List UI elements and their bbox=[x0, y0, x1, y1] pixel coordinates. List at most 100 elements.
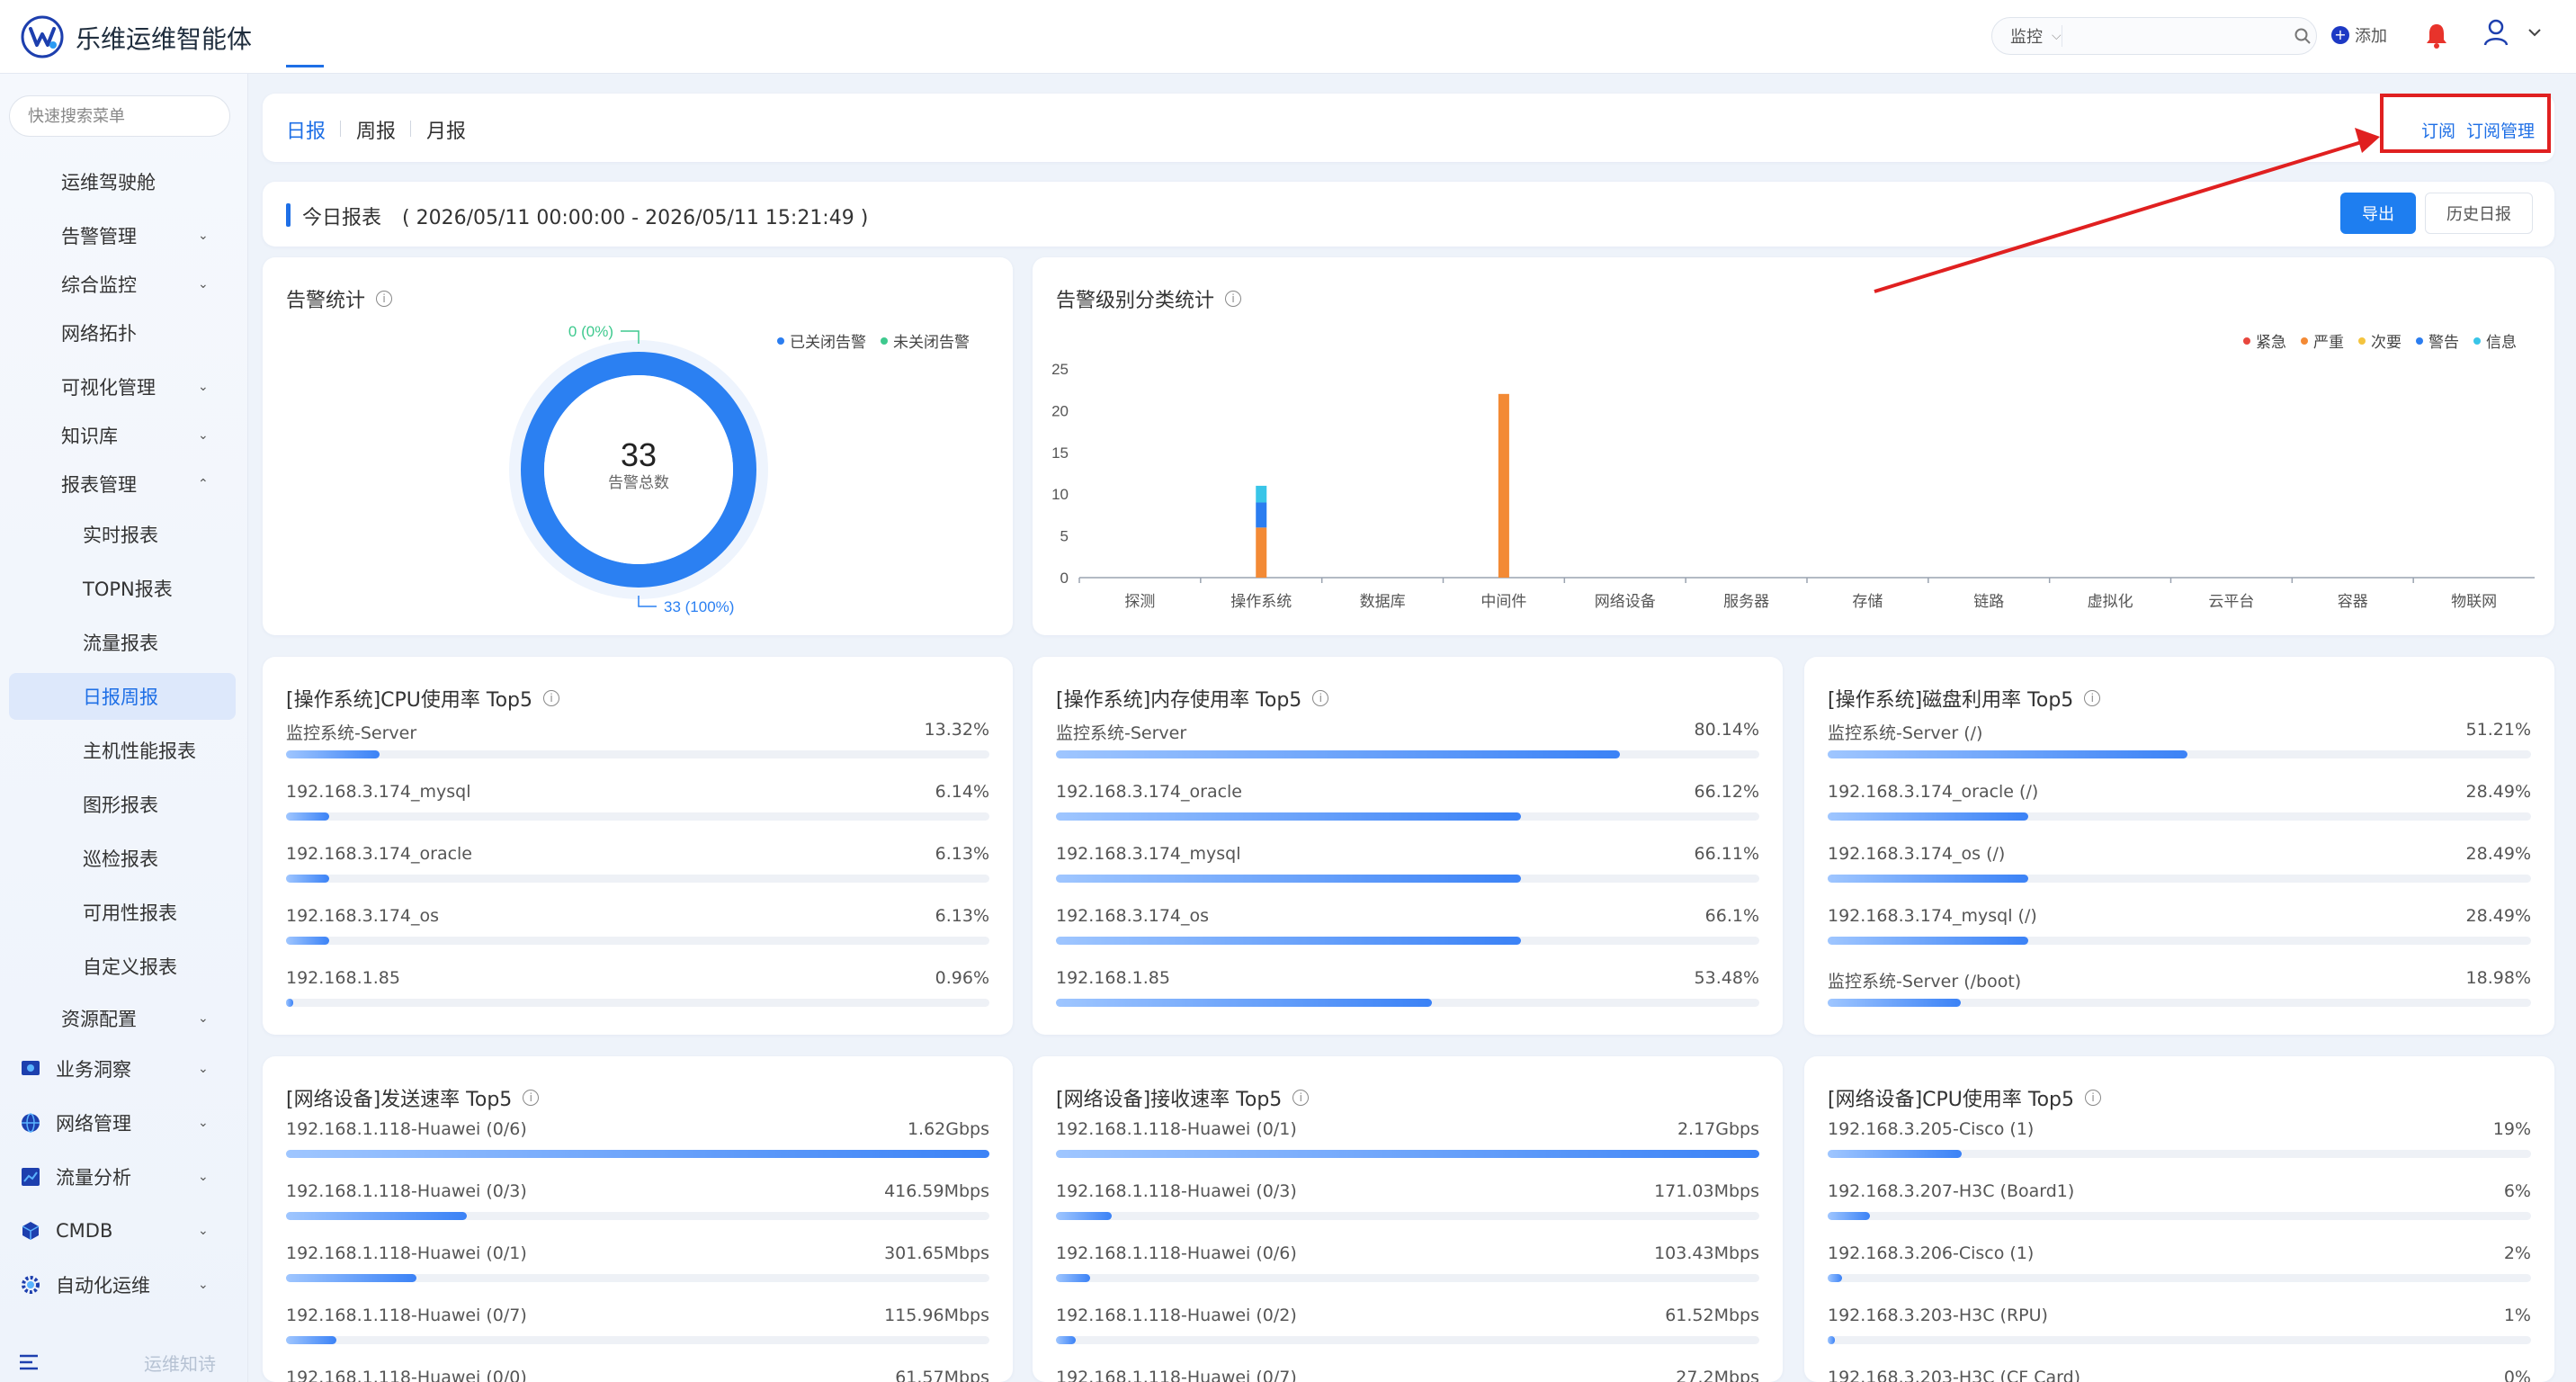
top5-item-value: 19% bbox=[2492, 1119, 2531, 1139]
top5-item-value: 51.21% bbox=[2465, 720, 2531, 740]
top5-item-name: 192.168.1.118-Huawei (0/1) bbox=[286, 1243, 527, 1263]
logo-icon bbox=[21, 15, 64, 58]
add-button[interactable]: + 添加 bbox=[2331, 23, 2387, 47]
open-alarm-label: 33 (100%) bbox=[664, 598, 734, 615]
menu-search-input[interactable] bbox=[28, 106, 237, 126]
sidebar-item-ops-cockpit[interactable]: 运维驾驶舱 bbox=[9, 158, 236, 205]
top5-item-value: 416.59Mbps bbox=[884, 1181, 989, 1201]
info-icon[interactable]: i bbox=[523, 1090, 540, 1106]
top5-progress-track bbox=[1056, 1336, 1759, 1344]
sidebar-item-automation[interactable]: 自动化运维 ⌄ bbox=[9, 1261, 236, 1308]
user-icon bbox=[2483, 19, 2509, 46]
user-menu[interactable] bbox=[2482, 18, 2542, 47]
tab-daily[interactable]: 日报 bbox=[286, 115, 326, 144]
top5-progress-fill bbox=[1828, 750, 2188, 758]
top5-item-name: 192.168.1.85 bbox=[1056, 968, 1170, 988]
info-icon[interactable]: i bbox=[2085, 1090, 2102, 1106]
top5-item-name: 192.168.3.207-H3C (Board1) bbox=[1828, 1181, 2075, 1201]
info-icon[interactable]: i bbox=[1292, 1090, 1310, 1106]
search-icon[interactable] bbox=[2289, 27, 2316, 45]
search-input[interactable] bbox=[2062, 18, 2289, 54]
top5-item-name: 192.168.1.118-Huawei (0/3) bbox=[1056, 1181, 1297, 1201]
top5-item-name: 192.168.1.118-Huawei (0/3) bbox=[286, 1181, 527, 1201]
sidebar-item-resource[interactable]: 资源配置 ⌄ bbox=[9, 995, 236, 1042]
highlight-box bbox=[2380, 94, 2551, 153]
tab-monthly[interactable]: 月报 bbox=[426, 115, 466, 144]
sidebar-item-business[interactable]: 业务洞察 ⌄ bbox=[9, 1045, 236, 1092]
chevron-down-icon: ⌄ bbox=[198, 1170, 209, 1184]
top5-progress-fill bbox=[1056, 1336, 1076, 1344]
top5-item-value: 115.96Mbps bbox=[884, 1306, 989, 1325]
top5-item-name: 192.168.3.174_oracle bbox=[1056, 782, 1242, 802]
top5-progress-fill bbox=[1056, 937, 1521, 945]
sidebar-item-inspection[interactable]: 巡检报表 bbox=[9, 835, 236, 882]
sidebar-item-availability[interactable]: 可用性报表 bbox=[9, 889, 236, 936]
sidebar-item-network[interactable]: 网络管理 ⌄ bbox=[9, 1099, 236, 1146]
sidebar-item-topology[interactable]: 网络拓扑 bbox=[9, 310, 236, 356]
sidebar-item-label: 流量报表 bbox=[83, 633, 158, 654]
top-bar: 乐维运维智能体 监控 ⌵ + 添加 bbox=[0, 0, 2576, 74]
top5-item-value: 6.14% bbox=[935, 782, 989, 802]
bar-segment[interactable] bbox=[1256, 502, 1267, 528]
top5-progress-track bbox=[286, 937, 989, 945]
top5-item-name: 监控系统-Server bbox=[286, 723, 417, 743]
top5-progress-track bbox=[1828, 1274, 2531, 1282]
top5-progress-track bbox=[286, 1150, 989, 1158]
sidebar-item-traffic[interactable]: 流量报表 bbox=[9, 619, 236, 666]
card-title: [网络设备]发送速率 Top5 i bbox=[286, 1083, 540, 1112]
info-icon[interactable]: i bbox=[543, 690, 560, 706]
bar-segment[interactable] bbox=[1498, 393, 1509, 578]
tab-weekly[interactable]: 周报 bbox=[356, 115, 396, 144]
sidebar-item-alarm[interactable]: 告警管理 ⌄ bbox=[9, 212, 236, 259]
sidebar-item-daily-weekly[interactable]: 日报周报 bbox=[9, 673, 236, 720]
sidebar-item-visual[interactable]: 可视化管理 ⌄ bbox=[9, 363, 236, 410]
history-button[interactable]: 历史日报 bbox=[2425, 193, 2533, 234]
y-tick-label: 20 bbox=[1051, 402, 1069, 419]
top5-progress-track bbox=[1056, 1212, 1759, 1220]
sidebar-item-label: 实时报表 bbox=[83, 525, 158, 546]
sidebar-item-realtime[interactable]: 实时报表 bbox=[9, 511, 236, 558]
sidebar-item-custom[interactable]: 自定义报表 bbox=[9, 943, 236, 990]
sidebar-item-knowledge[interactable]: 知识库 ⌄ bbox=[9, 412, 236, 459]
sidebar-item-label: 自动化运维 bbox=[56, 1275, 150, 1297]
top5-item-value: 61.57Mbps bbox=[895, 1368, 989, 1382]
sidebar-item-host-perf[interactable]: 主机性能报表 bbox=[9, 727, 236, 774]
export-button[interactable]: 导出 bbox=[2340, 193, 2416, 234]
top5-item-value: 66.12% bbox=[1694, 782, 1759, 802]
sidebar-item-flow[interactable]: 流量分析 ⌄ bbox=[9, 1153, 236, 1200]
sidebar-item-topn[interactable]: TOPN报表 bbox=[9, 565, 236, 612]
card-title-text: [操作系统]CPU使用率 Top5 bbox=[286, 689, 533, 712]
chevron-down-icon: ⌄ bbox=[198, 229, 209, 243]
bar-segment[interactable] bbox=[1256, 527, 1267, 578]
sidebar-item-label: 报表管理 bbox=[61, 474, 137, 496]
divider bbox=[340, 121, 341, 137]
alarm-stats-card: 告警统计 i 已关闭告警 未关闭告警 33 告警总数 0 (0%) 33 (10… bbox=[263, 257, 1013, 635]
x-tick-label: 云平台 bbox=[2208, 593, 2254, 610]
top5-progress-fill bbox=[1056, 1212, 1112, 1220]
top5-item-value: 27.2Mbps bbox=[1676, 1368, 1759, 1382]
chevron-down-icon: ⌄ bbox=[198, 380, 209, 394]
info-icon[interactable]: i bbox=[1312, 690, 1329, 706]
top5-progress-fill bbox=[1828, 875, 2028, 883]
sidebar-item-monitor[interactable]: 综合监控 ⌄ bbox=[9, 261, 236, 308]
top5-progress-fill bbox=[1056, 999, 1433, 1007]
top5-item-value: 6.13% bbox=[935, 906, 989, 926]
search-scope-select[interactable]: 监控 ⌵ bbox=[1992, 24, 2062, 48]
top5-item-value: 1.62Gbps bbox=[907, 1119, 989, 1139]
sidebar-item-label: 主机性能报表 bbox=[83, 740, 196, 762]
top5-item-name: 监控系统-Server bbox=[1056, 723, 1187, 743]
top5-item-value: 61.52Mbps bbox=[1665, 1306, 1759, 1325]
top5-item-value: 2.17Gbps bbox=[1677, 1119, 1759, 1139]
bar-segment[interactable] bbox=[1256, 485, 1267, 503]
menu-collapse-icon[interactable] bbox=[18, 1352, 40, 1372]
top5-item-name: 192.168.3.174_os (/) bbox=[1828, 844, 2006, 864]
sidebar-item-label: 知识库 bbox=[61, 426, 118, 447]
info-icon[interactable]: i bbox=[2084, 690, 2101, 706]
bell-icon[interactable] bbox=[2423, 22, 2450, 54]
y-tick-label: 5 bbox=[1060, 528, 1069, 545]
sidebar-item-report[interactable]: 报表管理 ⌃ bbox=[9, 461, 236, 507]
report-range: ( 2026/05/11 00:00:00 - 2026/05/11 15:21… bbox=[402, 207, 869, 229]
top5-item-value: 66.1% bbox=[1704, 906, 1759, 926]
sidebar-item-graph[interactable]: 图形报表 bbox=[9, 781, 236, 828]
sidebar-item-cmdb[interactable]: CMDB ⌄ bbox=[9, 1207, 236, 1254]
